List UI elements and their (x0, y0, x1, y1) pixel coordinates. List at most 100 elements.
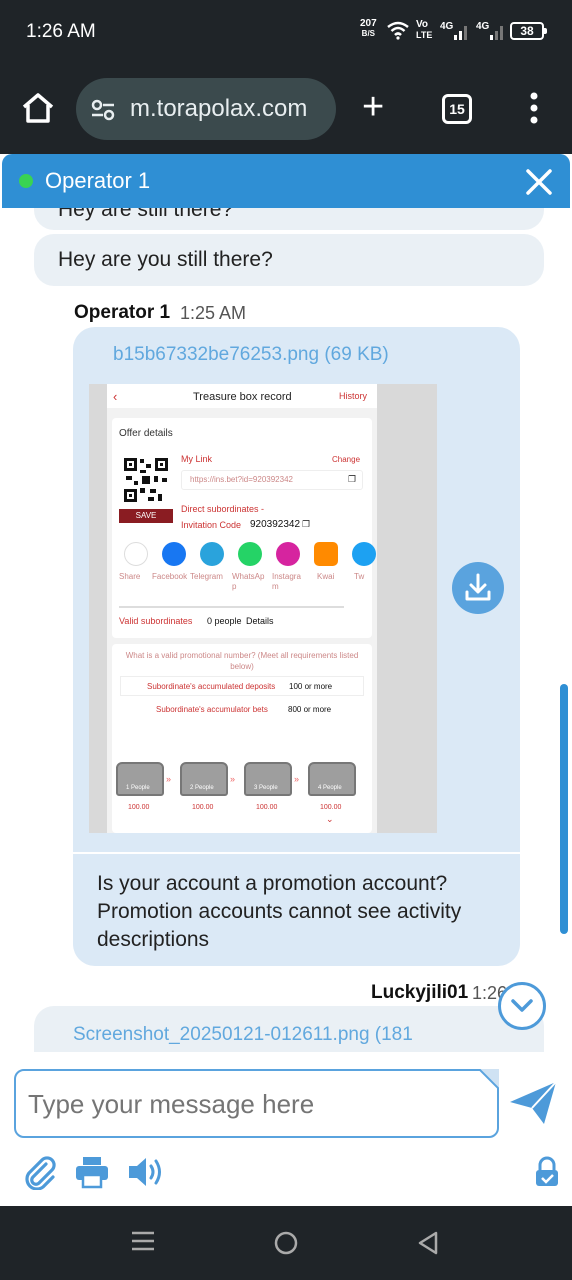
chest-label: 4 People (318, 785, 342, 791)
chest-label: 3 People (254, 785, 278, 791)
message-input[interactable] (28, 1085, 488, 1123)
requirement-value: 100 or more (289, 682, 333, 691)
twitter-icon (352, 542, 376, 566)
lock-icon[interactable] (534, 1156, 560, 1188)
online-status-dot (19, 174, 33, 188)
close-icon[interactable] (524, 167, 554, 197)
requirement-value: 800 or more (288, 705, 332, 714)
download-icon (465, 573, 491, 601)
image-header: ‹ Treasure box record History (107, 384, 377, 408)
image-history-link: History (339, 391, 368, 401)
divider (119, 606, 344, 608)
expand-chevron-icon: ⌄ (326, 814, 334, 824)
chest-amount: 100.00 (256, 804, 278, 811)
whatsapp-icon (238, 542, 262, 566)
web-page: Hey are still there? Hey are you still t… (0, 154, 572, 1206)
link-field: https://ins.bet?id=920392342 ❐ (181, 470, 363, 490)
chest-amount: 100.00 (128, 804, 150, 811)
message-composer (14, 1069, 499, 1138)
home-nav-icon[interactable] (273, 1230, 299, 1256)
operator-message-bubble: Is your account a promotion account? Pro… (73, 852, 520, 966)
requirement-row: Subordinate's accumulator bets 800 or mo… (120, 700, 364, 720)
net-speed-unit: B/S (361, 29, 376, 38)
new-tab-button[interactable]: + (362, 88, 384, 126)
chevron-down-icon (511, 999, 533, 1012)
scroll-to-bottom-button[interactable] (498, 982, 546, 1030)
chest-amount: 100.00 (192, 804, 214, 811)
download-button[interactable] (452, 562, 504, 614)
net-speed-value: 207 (360, 18, 377, 29)
status-bar: 1:26 AM 207 B/S Vo LTE 4G 4G 38 (0, 0, 572, 62)
offer-card: Offer details SAVE My Link Change https:… (112, 418, 376, 638)
share-label: Share (119, 572, 141, 581)
valid-sub-count: 0 people (207, 616, 242, 626)
attachment-image[interactable]: ‹ Treasure box record History Offer deta… (89, 384, 437, 833)
telegram-icon (200, 542, 224, 566)
invite-code: 920392342 (250, 519, 301, 530)
valid-sub-label: Valid subordinates (119, 616, 193, 626)
operator-message-text: Is your account a promotion account? Pro… (97, 872, 462, 951)
instagram-icon (276, 542, 300, 566)
volte-bottom: LTE (416, 30, 433, 40)
attach-icon[interactable] (22, 1154, 58, 1190)
print-icon[interactable] (74, 1154, 110, 1190)
more-options-icon[interactable] (526, 92, 542, 124)
link-url: https://ins.bet?id=920392342 (190, 475, 293, 484)
facebook-icon (162, 542, 186, 566)
prev-message-text: Hey are you still there? (58, 248, 273, 271)
recent-apps-icon[interactable] (130, 1228, 156, 1254)
scrollbar[interactable] (560, 684, 568, 934)
volte-indicator: Vo LTE (416, 19, 433, 41)
send-icon[interactable] (508, 1080, 558, 1126)
arrow-icon: » (294, 774, 300, 784)
valid-question: What is a valid promotional number? (Mee… (125, 651, 359, 671)
battery-indicator: 38 (510, 22, 547, 40)
message-time: 1:25 AM (180, 303, 247, 323)
share-label: WhatsAp p (232, 572, 265, 591)
sound-icon[interactable] (126, 1154, 166, 1190)
url-text[interactable]: m.torapolax.com (130, 95, 330, 123)
image-content: ‹ Treasure box record History Offer deta… (107, 384, 377, 833)
arrow-icon: » (230, 774, 236, 784)
resize-corner-icon (479, 1069, 499, 1089)
change-link: Change (332, 455, 361, 464)
tab-switcher-button[interactable]: 15 (442, 94, 472, 124)
wifi-icon (387, 21, 409, 40)
signal-bars-icon (490, 26, 503, 40)
copy-icon: ❐ (302, 519, 311, 529)
arrow-icon: » (166, 774, 172, 784)
chest-amount: 100.00 (320, 804, 342, 811)
chest-label: 1 People (126, 785, 150, 791)
chat-title: Operator 1 (45, 168, 151, 193)
requirement-label: Subordinate's accumulated deposits (147, 682, 276, 691)
chest-label: 2 People (190, 785, 214, 791)
save-qr-button: SAVE (119, 509, 173, 523)
qr-code-icon (122, 456, 170, 504)
share-label: Tw (354, 572, 365, 581)
direct-sub-label: Direct subordinates - (181, 504, 265, 514)
back-icon[interactable] (416, 1230, 440, 1256)
share-label: Telegram (190, 572, 223, 581)
kwai-icon (314, 542, 338, 566)
prev-message-bubble: Hey are you still there? (34, 234, 544, 286)
net-speed: 207 B/S (360, 19, 377, 39)
sender-name: Luckyjili01 (371, 982, 469, 1003)
back-chevron-icon: ‹ (113, 389, 118, 404)
chest-card: » » » 1 People 2 People 3 People 4 Peopl… (112, 736, 372, 833)
home-icon[interactable] (20, 92, 56, 124)
share-label: Facebook (152, 572, 188, 581)
signal-bars-icon (454, 26, 467, 40)
requirement-row: Subordinate's accumulated deposits 100 o… (120, 676, 364, 696)
share-icon (124, 542, 148, 566)
site-settings-icon[interactable] (90, 98, 116, 122)
offer-details-label: Offer details (119, 428, 173, 439)
browser-toolbar: m.torapolax.com + 15 (0, 62, 572, 154)
chat-header: Operator 1 (2, 154, 570, 208)
address-bar[interactable]: m.torapolax.com (76, 78, 336, 140)
attachment-link[interactable]: Screenshot_20250121-012611.png (181 (73, 1024, 413, 1046)
details-link: Details (246, 616, 274, 626)
copy-icon: ❐ (348, 474, 357, 484)
volte-top: Vo (416, 19, 429, 30)
my-link-label: My Link (181, 454, 213, 464)
attachment-link[interactable]: b15b67332be76253.png (69 KB) (113, 344, 389, 366)
